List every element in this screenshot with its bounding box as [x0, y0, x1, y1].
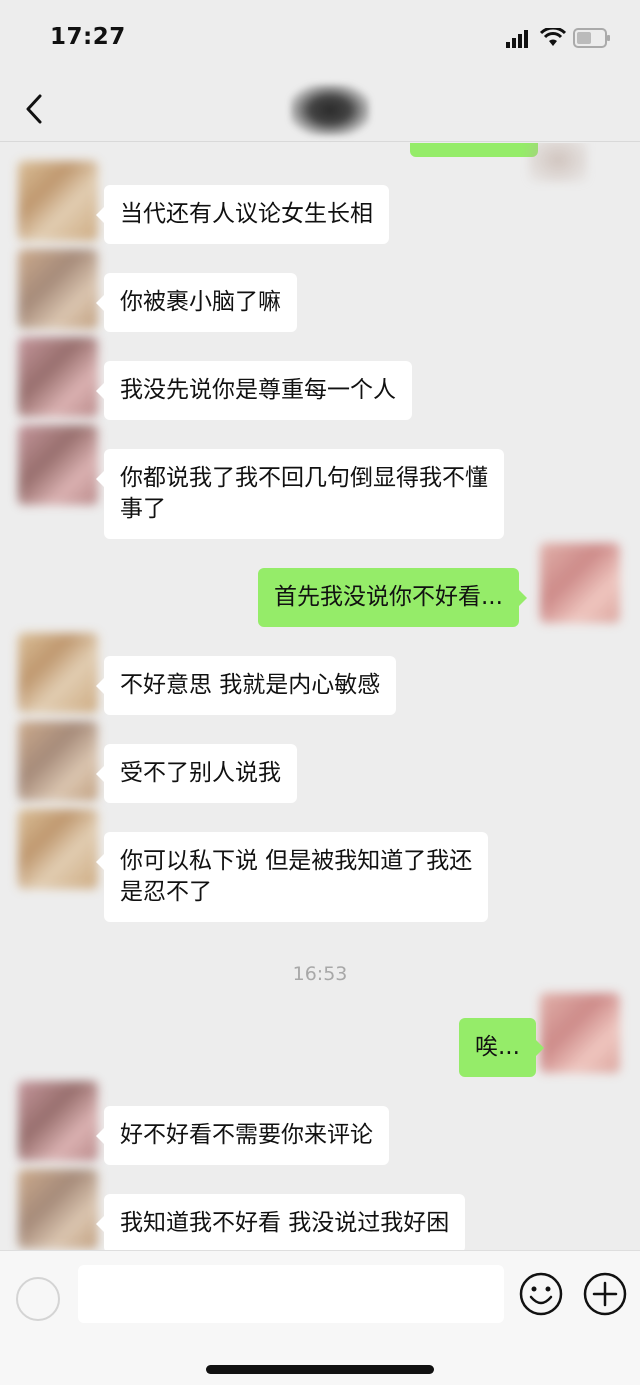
contact-avatar[interactable] — [18, 161, 98, 241]
contact-avatar[interactable] — [18, 337, 98, 417]
message-bubble[interactable]: 当代还有人议论女生长相 — [96, 185, 389, 244]
contact-avatar[interactable] — [18, 809, 98, 889]
message-bubble[interactable]: 你被裹小脑了嘛 — [96, 273, 297, 332]
chat-area[interactable]: 当代还有人议论女生长相 你被裹小脑了嘛 我没先说你是尊重每一个人 你都说我了我不… — [0, 143, 640, 1250]
battery-icon — [573, 28, 610, 48]
message-bubble[interactable]: 不好意思 我就是内心敏感 — [95, 656, 397, 715]
plus-icon[interactable] — [582, 1271, 628, 1317]
signal-icon — [506, 30, 528, 48]
contact-avatar[interactable] — [18, 721, 98, 801]
message-bubble[interactable]: 受不了别人说我 — [96, 744, 297, 803]
emoji-icon[interactable] — [518, 1271, 564, 1317]
my-avatar[interactable] — [540, 993, 620, 1073]
status-time: 17:27 — [50, 24, 126, 50]
message-bubble[interactable]: 好不好看不需要你来评论 — [96, 1106, 389, 1165]
home-indicator[interactable] — [206, 1365, 434, 1374]
message-input[interactable] — [78, 1265, 504, 1323]
message-bubble[interactable]: 我没先说你是尊重每一个人 — [96, 361, 412, 420]
voice-icon[interactable] — [16, 1277, 60, 1321]
message-bubble[interactable]: 首先我没说你不好看... — [258, 568, 527, 627]
contact-avatar[interactable] — [18, 249, 98, 329]
message-bubble[interactable]: 唉... — [459, 1018, 544, 1077]
my-avatar-partial — [528, 143, 588, 183]
message-bubble[interactable]: 你可以私下说 但是被我知道了我还 是忍不了 — [95, 832, 489, 922]
contact-avatar[interactable] — [18, 425, 98, 505]
message-bubble[interactable]: 我知道我不好看 我没说过我好困 — [95, 1194, 466, 1250]
input-bar — [0, 1250, 640, 1385]
wifi-icon — [540, 28, 566, 46]
contact-name-redacted[interactable] — [290, 84, 370, 136]
partial-sent-bubble[interactable] — [410, 143, 538, 157]
timestamp: 16:53 — [292, 963, 348, 985]
my-avatar[interactable] — [540, 543, 620, 623]
message-bubble[interactable]: 你都说我了我不回几句倒显得我不懂 事了 — [96, 449, 504, 539]
nav-bar — [0, 76, 640, 142]
contact-avatar[interactable] — [18, 1081, 98, 1161]
back-button[interactable] — [20, 92, 48, 126]
contact-avatar[interactable] — [18, 1169, 98, 1249]
status-bar: 17:27 — [0, 0, 640, 76]
contact-avatar[interactable] — [18, 633, 98, 713]
